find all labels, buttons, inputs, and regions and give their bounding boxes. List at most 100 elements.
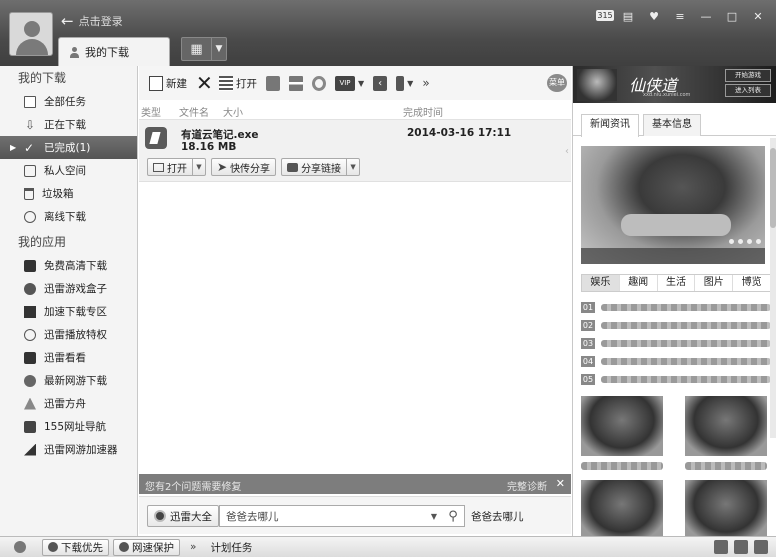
tab-life[interactable]: 生活 xyxy=(658,275,696,291)
tab-pictures[interactable]: 图片 xyxy=(695,275,734,291)
news-number: 03 xyxy=(581,337,595,349)
enter-list-button[interactable]: 进入列表 xyxy=(725,84,771,97)
sidebar-item-speed-zone[interactable]: 加速下载专区 xyxy=(0,300,137,323)
network-status-icon[interactable] xyxy=(14,541,26,553)
news-item[interactable]: 04 xyxy=(581,352,771,370)
chevron-down-icon[interactable]: ▼ xyxy=(358,79,364,88)
avatar[interactable] xyxy=(9,12,53,56)
sidebar-item-game-accelerator[interactable]: 迅雷网游加速器 xyxy=(0,438,137,461)
thumbnail[interactable] xyxy=(581,396,663,456)
news-list: 01 02 03 04 05 xyxy=(581,298,771,388)
grid-view-button[interactable]: ▦ ▼ xyxy=(181,37,227,61)
news-photo[interactable] xyxy=(581,146,765,264)
folder-button[interactable] xyxy=(266,75,280,91)
collapse-panel-icon[interactable]: ‹ xyxy=(565,146,571,162)
message-icon[interactable]: ▤ xyxy=(616,7,640,25)
chevron-down-icon[interactable]: ▼ xyxy=(346,159,359,175)
back-button[interactable]: ‹ xyxy=(373,75,388,91)
floating-window-icon[interactable] xyxy=(734,540,748,554)
ark-icon xyxy=(24,397,36,410)
game-banner[interactable]: 仙侠道 xxd.niu.xunlei.com 开始游戏 进入列表 xyxy=(573,66,776,103)
quick-share-button[interactable]: ➤ 快传分享 xyxy=(211,158,277,176)
stats-icon[interactable] xyxy=(754,540,768,554)
search-input[interactable] xyxy=(220,506,426,526)
schedule-task-link[interactable]: 计划任务 xyxy=(210,540,252,555)
chevron-down-icon[interactable]: ▼ xyxy=(192,159,205,175)
net-protect-button[interactable]: 网速保护 xyxy=(113,538,180,556)
news-item[interactable]: 03 xyxy=(581,334,771,352)
tab-news[interactable]: 新闻资讯 xyxy=(581,114,639,137)
new-button[interactable]: 新建 xyxy=(149,75,187,91)
carousel-dot[interactable] xyxy=(738,239,743,244)
xunlei-all-button[interactable]: 迅雷大全 xyxy=(147,505,219,527)
delete-button[interactable]: ✕ xyxy=(196,73,213,93)
thumbnail[interactable] xyxy=(685,396,767,456)
open-button[interactable]: 打开 xyxy=(219,75,257,91)
news-item[interactable]: 02 xyxy=(581,316,771,334)
sidebar-item-all-tasks[interactable]: 全部任务 xyxy=(0,90,137,113)
search-suggestion[interactable]: 爸爸去哪儿 xyxy=(471,509,524,524)
close-button[interactable]: ✕ xyxy=(746,7,770,25)
skin-icon[interactable]: ♥ xyxy=(642,7,666,25)
minimize-button[interactable]: — xyxy=(694,7,718,25)
tab-entertainment[interactable]: 娱乐 xyxy=(582,275,620,291)
tab-basic-info[interactable]: 基本信息 xyxy=(643,114,701,136)
thumbnail[interactable] xyxy=(581,480,663,536)
col-size[interactable]: 大小 xyxy=(223,104,243,119)
sidebar-item-hd-download[interactable]: 免费高清下载 xyxy=(0,254,137,277)
full-diagnose-link[interactable]: 完整诊断 xyxy=(507,478,547,493)
chevron-down-icon[interactable]: ▼ xyxy=(407,79,413,88)
sidebar-item-game-box[interactable]: 迅雷游戏盒子 xyxy=(0,277,137,300)
sidebar-item-trash[interactable]: 垃圾箱 xyxy=(0,182,137,205)
repair-message[interactable]: 您有2个问题需要修复 xyxy=(145,478,241,493)
scrollbar-thumb[interactable] xyxy=(770,148,776,228)
sidebar-item-155-nav[interactable]: 155网址导航 xyxy=(0,415,137,438)
news-item[interactable]: 05 xyxy=(581,370,771,388)
mobile-button[interactable]: ▼ xyxy=(396,75,413,91)
toolbar-more[interactable]: » xyxy=(422,76,429,90)
sidebar-item-kankan[interactable]: 迅雷看看 xyxy=(0,346,137,369)
carousel-dot[interactable] xyxy=(756,239,761,244)
sidebar-item-private-space[interactable]: 私人空间 xyxy=(0,159,137,182)
badge-315[interactable]: 315 xyxy=(596,10,614,21)
news-item[interactable]: 01 xyxy=(581,298,771,316)
download-icon: ⇩ xyxy=(24,117,36,132)
list-item[interactable]: 有道云笔记.exe 18.16 MB 2014-03-16 17:11 打开 ▼… xyxy=(139,120,571,182)
menu-icon[interactable]: ≡ xyxy=(668,7,692,25)
tab-expo[interactable]: 博览 xyxy=(733,275,770,291)
sidebar-item-downloading[interactable]: ⇩ 正在下载 xyxy=(0,113,137,136)
menu-button[interactable]: 菜单 xyxy=(547,74,567,92)
tab-fun[interactable]: 趣闻 xyxy=(620,275,658,291)
col-type[interactable]: 类型 xyxy=(141,104,161,119)
carousel-dot[interactable] xyxy=(747,239,752,244)
sidebar-item-play-privilege[interactable]: 迅雷播放特权 xyxy=(0,323,137,346)
sidebar-item-new-games[interactable]: 最新网游下载 xyxy=(0,369,137,392)
properties-button[interactable] xyxy=(289,75,303,91)
vip-button[interactable]: VIP ▼ xyxy=(335,75,364,91)
sidebar-item-ark[interactable]: 迅雷方舟 xyxy=(0,392,137,415)
status-more[interactable]: » xyxy=(190,541,196,553)
chevron-down-icon[interactable]: ▼ xyxy=(212,38,226,60)
close-icon[interactable]: ✕ xyxy=(556,477,565,490)
carousel-dot[interactable] xyxy=(729,239,734,244)
blurred-headline xyxy=(601,303,771,311)
tv-icon xyxy=(24,351,36,364)
download-priority-button[interactable]: 下载优先 xyxy=(42,538,109,556)
col-time[interactable]: 完成时间 xyxy=(403,104,443,119)
start-game-button[interactable]: 开始游戏 xyxy=(725,69,771,82)
thumbnail[interactable] xyxy=(685,480,767,536)
chevron-down-icon[interactable]: ▼ xyxy=(426,512,442,521)
login-link[interactable]: ← 点击登录 xyxy=(61,12,123,30)
sidebar-item-completed[interactable]: ▶ ✓ 已完成(1) xyxy=(0,136,137,159)
search-icon[interactable]: ⚲ xyxy=(442,509,464,524)
back-arrow-icon: ← xyxy=(61,12,74,30)
shield-icon[interactable] xyxy=(714,540,728,554)
tab-my-downloads[interactable]: 我的下载 xyxy=(58,37,170,66)
share-link-button[interactable]: 分享链接 ▼ xyxy=(281,158,361,176)
file-open-button[interactable]: 打开 ▼ xyxy=(147,158,206,176)
col-filename[interactable]: 文件名 xyxy=(179,104,209,119)
scrollbar[interactable] xyxy=(770,138,776,438)
sidebar-item-offline[interactable]: 离线下载 xyxy=(0,205,137,228)
maximize-button[interactable]: □ xyxy=(720,7,744,25)
settings-button[interactable] xyxy=(312,75,326,91)
